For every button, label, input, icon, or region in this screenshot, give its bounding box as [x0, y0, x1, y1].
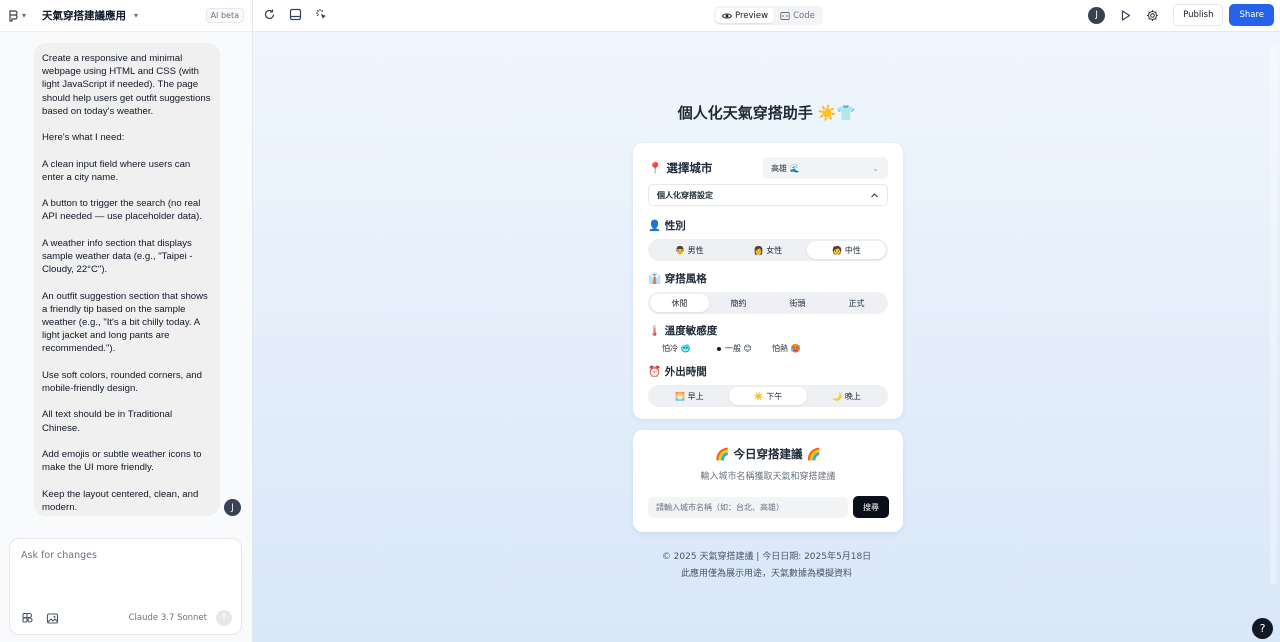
temp-option-normal[interactable]: 一般 😊	[717, 343, 772, 354]
time-segment: 🌅 早上 ☀️ 下午 🌙 晚上	[648, 385, 888, 407]
chevron-down-icon: ▾	[22, 11, 27, 20]
send-icon: ↑	[220, 613, 228, 623]
personal-settings-accordion[interactable]: 個人化穿搭設定	[648, 184, 888, 206]
time-label: ⏰ 外出時間	[648, 365, 707, 378]
style-label: 👔 穿搭風格	[648, 272, 707, 285]
refresh-icon[interactable]	[263, 8, 276, 21]
footer-copyright: © 2025 天氣穿搭建議 | 今日日期: 2025年5月18日	[661, 552, 872, 562]
city-select-value: 高雄 🌊	[771, 163, 800, 173]
temp-option-hot[interactable]: 怕熱 🥵	[772, 343, 827, 354]
figma-icon	[9, 9, 18, 22]
page-title: 個人化天氣穿搭助手 ☀️👕	[677, 104, 856, 122]
temp-option-label: 一般 😊	[725, 344, 752, 353]
preview-pane: 個人化天氣穿搭助手 ☀️👕 📍 選擇城市 高雄 🌊 ⌄ 個人化穿搭設定 👤 性別…	[253, 32, 1280, 642]
gear-icon[interactable]	[1146, 9, 1159, 22]
image-icon[interactable]	[46, 612, 59, 625]
gender-label: 👤 性別	[648, 219, 686, 232]
code-label: Code	[793, 10, 815, 21]
message-paragraph: Use soft colors, rounded corners, and mo…	[42, 369, 202, 394]
time-option-evening[interactable]: 🌙 晚上	[807, 387, 886, 405]
gender-segment: 👨 男性 👩 女性 🧑 中性	[648, 239, 888, 261]
gender-option-male[interactable]: 👨 男性	[650, 241, 729, 259]
chat-sidebar: ▾ 天氣穿搭建議應用 ▾ AI beta Create a responsive…	[0, 0, 253, 642]
user-message: Create a responsive and minimal webpage …	[34, 43, 220, 516]
message-paragraph: Add emojis or subtle weather icons to ma…	[42, 448, 202, 474]
view-toggle: Preview Code	[714, 6, 823, 25]
eye-icon	[722, 13, 732, 18]
time-option-morning[interactable]: 🌅 早上	[650, 387, 729, 405]
preview-label: Preview	[735, 10, 769, 21]
temp-option-label: 怕冷 🥶	[662, 344, 691, 353]
style-segment: 休閒 簡約 街頭 正式	[648, 292, 888, 314]
share-button[interactable]: Share	[1229, 4, 1274, 26]
message-paragraph: A clean input field where users can ente…	[42, 158, 191, 183]
chevron-up-icon	[871, 192, 878, 197]
style-option-formal[interactable]: 正式	[827, 294, 886, 312]
publish-button[interactable]: Publish	[1173, 4, 1224, 26]
ai-beta-badge: AI beta	[205, 8, 244, 23]
chat-input-box[interactable]: Ask for changes Claude 3.7 Sonnet ↑	[9, 538, 242, 635]
figma-icon[interactable]	[21, 612, 34, 625]
user-avatar: J	[224, 499, 241, 516]
scrollbar[interactable]	[1270, 44, 1277, 584]
chevron-down-icon[interactable]: ▾	[134, 11, 138, 20]
code-icon	[780, 11, 790, 20]
temp-option-label: 怕熱 🥵	[772, 344, 801, 353]
send-button[interactable]: ↑	[216, 610, 232, 626]
footer-disclaimer: 此應用僅為展示用途，天氣數據為模擬資料	[680, 569, 852, 579]
message-paragraph: Create a responsive and minimal webpage …	[42, 53, 211, 117]
preview-tab[interactable]: Preview	[716, 8, 775, 23]
accordion-label: 個人化穿搭設定	[657, 190, 713, 200]
temperature-section: 🌡️ 溫度敏感度 怕冷 🥶 一般 😊 怕熱 🥵	[648, 322, 888, 354]
city-label: 📍 選擇城市	[648, 161, 713, 175]
message-paragraph: A button to trigger the search (no real …	[42, 198, 203, 223]
top-bar: Preview Code J Publish Share	[253, 0, 1280, 32]
code-tab[interactable]: Code	[774, 8, 821, 23]
suggestion-title: 🌈 今日穿搭建議 🌈	[715, 447, 821, 461]
city-select[interactable]: 高雄 🌊 ⌄	[763, 157, 888, 179]
temperature-label: 🌡️ 溫度敏感度	[648, 324, 718, 337]
help-button[interactable]: ?	[1252, 618, 1273, 639]
time-option-afternoon[interactable]: ☀️ 下午	[728, 387, 808, 405]
suggestion-subtitle: 輸入城市名稱獲取天氣和穿搭建議	[700, 472, 836, 482]
style-option-casual[interactable]: 休閒	[650, 294, 709, 312]
style-option-street[interactable]: 街頭	[768, 294, 827, 312]
message-paragraph: An outfit suggestion section that shows …	[42, 290, 208, 355]
model-selector[interactable]: Claude 3.7 Sonnet	[129, 613, 207, 623]
settings-card: 📍 選擇城市 高雄 🌊 ⌄ 個人化穿搭設定 👤 性別 👨 男性 👩 女性 🧑 中…	[633, 143, 903, 419]
slider-thumb[interactable]	[717, 346, 721, 351]
gender-option-neutral[interactable]: 🧑 中性	[807, 241, 887, 259]
chat-input-placeholder[interactable]: Ask for changes	[21, 550, 97, 561]
message-paragraph: Here's what I need:	[42, 132, 125, 144]
chevron-down-icon: ⌄	[872, 163, 879, 173]
project-title[interactable]: 天氣穿搭建議應用	[42, 8, 126, 23]
sidebar-header: ▾ 天氣穿搭建議應用 ▾ AI beta	[0, 0, 252, 32]
time-section: ⏰ 外出時間 🌅 早上 ☀️ 下午 🌙 晚上	[648, 363, 888, 407]
message-paragraph: Keep the layout centered, clean, and mod…	[42, 488, 199, 513]
magic-select-icon[interactable]	[315, 8, 328, 21]
style-section: 👔 穿搭風格 休閒 簡約 街頭 正式	[648, 270, 888, 314]
gender-option-female[interactable]: 👩 女性	[729, 241, 808, 259]
message-paragraph: All text should be in Traditional Chines…	[42, 409, 173, 434]
user-avatar[interactable]: J	[1088, 6, 1106, 24]
search-button[interactable]: 搜尋	[853, 496, 889, 518]
city-search-input[interactable]	[648, 497, 848, 518]
play-icon[interactable]	[1119, 9, 1132, 22]
temp-option-cold[interactable]: 怕冷 🥶	[662, 343, 717, 354]
gender-section: 👤 性別 👨 男性 👩 女性 🧑 中性	[648, 217, 888, 261]
figma-menu-button[interactable]: ▾	[8, 9, 32, 22]
style-option-minimal[interactable]: 簡約	[709, 294, 768, 312]
message-paragraph: A weather info section that displays sam…	[42, 237, 193, 276]
layout-icon[interactable]	[289, 8, 302, 21]
suggestion-card: 🌈 今日穿搭建議 🌈 輸入城市名稱獲取天氣和穿搭建議 搜尋	[633, 430, 903, 532]
temperature-slider[interactable]: 怕冷 🥶 一般 😊 怕熱 🥵	[648, 343, 888, 354]
